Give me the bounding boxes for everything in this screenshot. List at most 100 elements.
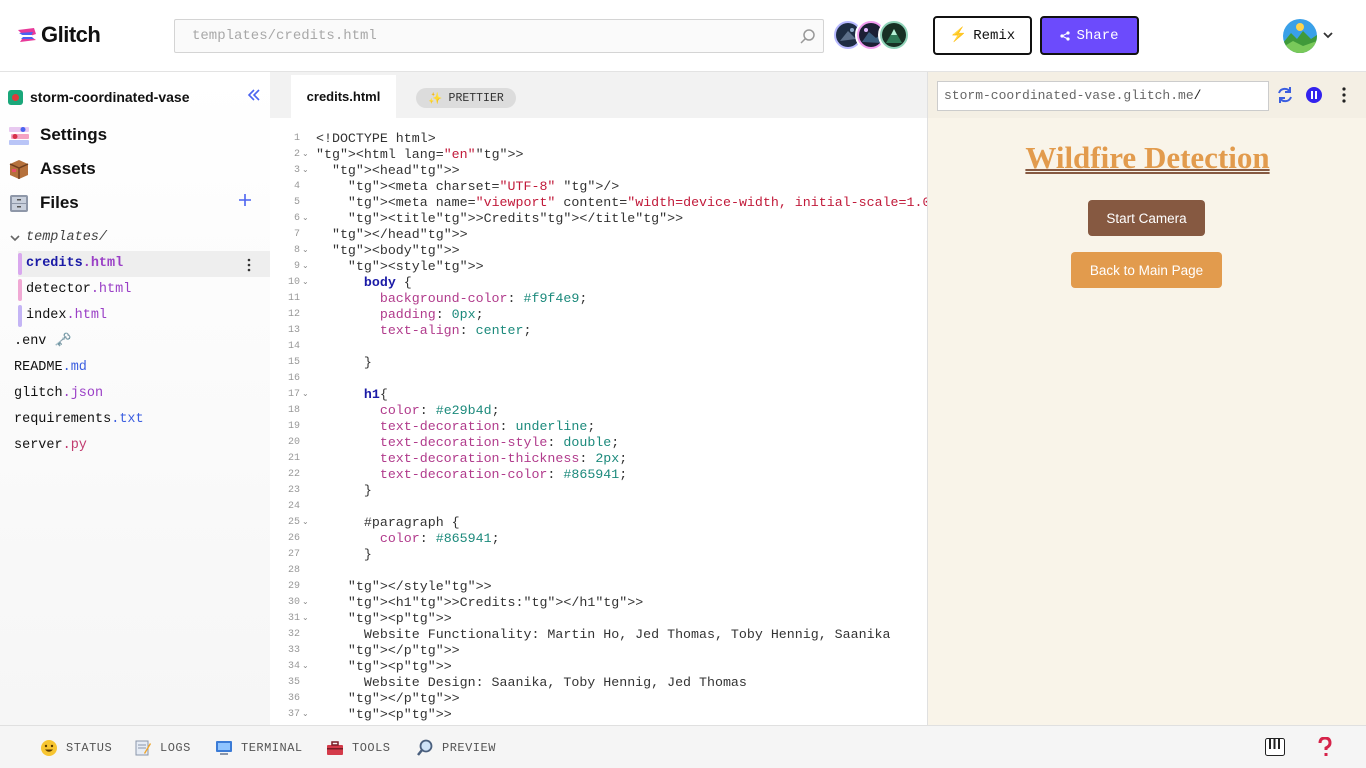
code-line[interactable]: 14 bbox=[270, 339, 927, 355]
fold-chevron-icon[interactable]: ⌄ bbox=[302, 147, 309, 163]
fold-chevron-icon[interactable]: ⌄ bbox=[302, 611, 309, 627]
code-line[interactable]: 1 <!DOCTYPE html> bbox=[270, 131, 927, 147]
code-line[interactable]: 26 color: #865941; bbox=[270, 531, 927, 547]
project-name[interactable]: storm-coordinated-vase bbox=[8, 89, 189, 105]
code-line[interactable]: 27 } bbox=[270, 547, 927, 563]
user-avatar[interactable] bbox=[1283, 19, 1317, 53]
folder-label: templates/ bbox=[26, 230, 108, 245]
status-button[interactable]: STATUS bbox=[40, 739, 112, 757]
chevron-down-icon[interactable] bbox=[1323, 30, 1333, 40]
file-readme-md[interactable]: README.md bbox=[14, 355, 87, 381]
code-area[interactable]: 1 <!DOCTYPE html> 2 ⌄ "tg"><html lang="en""t… bbox=[270, 131, 927, 723]
code-line[interactable]: 19 text-decoration: underline; bbox=[270, 419, 927, 435]
file-requirements-txt[interactable]: requirements.txt bbox=[14, 407, 144, 433]
code-line[interactable]: 24 bbox=[270, 499, 927, 515]
help-icon[interactable] bbox=[1317, 737, 1333, 757]
code-line[interactable]: 6 ⌄ "tg"><title"tg">>Credits"tg"></title"… bbox=[270, 211, 927, 227]
code-line[interactable]: 31 ⌄ "tg"><p"tg">> bbox=[270, 611, 927, 627]
glitch-logo[interactable]: Glitch bbox=[16, 22, 101, 48]
code-line[interactable]: 23 } bbox=[270, 483, 927, 499]
fold-chevron-icon[interactable]: ⌄ bbox=[302, 211, 309, 227]
code-line[interactable]: 12 padding: 0px; bbox=[270, 307, 927, 323]
code-line[interactable]: 32 Website Functionality: Martin Ho, Jed… bbox=[270, 627, 927, 643]
code-line[interactable]: 5 "tg"><meta name="viewport" content="wi… bbox=[270, 195, 927, 211]
fold-chevron-icon[interactable]: ⌄ bbox=[302, 659, 309, 675]
code-line[interactable]: 2 ⌄ "tg"><html lang="en""tg">> bbox=[270, 147, 927, 163]
computer-icon bbox=[216, 741, 232, 755]
search-box[interactable] bbox=[174, 19, 824, 53]
code-line[interactable]: 20 text-decoration-style: double; bbox=[270, 435, 927, 451]
fold-chevron-icon[interactable]: ⌄ bbox=[302, 707, 309, 723]
file-glitch-json[interactable]: glitch.json bbox=[14, 381, 103, 407]
collaborator-avatar[interactable] bbox=[878, 19, 910, 51]
file-index-html[interactable]: index.html bbox=[26, 303, 107, 329]
code-line[interactable]: 33 "tg"></p"tg">> bbox=[270, 643, 927, 659]
terminal-button[interactable]: TERMINAL bbox=[215, 739, 303, 757]
back-to-main-page-button[interactable]: Back to Main Page bbox=[1071, 252, 1222, 288]
fold-chevron-icon[interactable]: ⌄ bbox=[302, 259, 309, 275]
fold-chevron-icon[interactable]: ⌄ bbox=[302, 387, 309, 403]
logs-button[interactable]: LOGS bbox=[134, 739, 191, 757]
share-button[interactable]: Share bbox=[1040, 16, 1139, 55]
search-icon[interactable] bbox=[799, 28, 817, 46]
code-line[interactable]: 11 background-color: #f9f4e9; bbox=[270, 291, 927, 307]
code-text: "tg"><meta name="viewport" content="widt… bbox=[347, 195, 927, 210]
code-line[interactable]: 15 } bbox=[270, 355, 927, 371]
fold-chevron-icon[interactable]: ⌄ bbox=[302, 275, 309, 291]
code-line[interactable]: 13 text-align: center; bbox=[270, 323, 927, 339]
collaborator-avatars[interactable] bbox=[832, 19, 910, 51]
code-text: } bbox=[316, 355, 372, 370]
code-line[interactable]: 7 "tg"></head"tg">> bbox=[270, 227, 927, 243]
keyboard-shortcuts-icon[interactable] bbox=[1265, 738, 1285, 756]
tools-button[interactable]: TOOLS bbox=[326, 739, 391, 757]
preview-url-field[interactable]: storm-coordinated-vase.glitch.me/ bbox=[937, 81, 1269, 111]
code-line[interactable]: 22 text-decoration-color: #865941; bbox=[270, 467, 927, 483]
code-line[interactable]: 37 ⌄ "tg"><p"tg">> bbox=[270, 707, 927, 723]
code-line[interactable]: 35 Website Design: Saanika, Toby Hennig,… bbox=[270, 675, 927, 691]
fold-chevron-icon[interactable]: ⌄ bbox=[302, 515, 309, 531]
code-line[interactable]: 8 ⌄ "tg"><body"tg">> bbox=[270, 243, 927, 259]
file-name: glitch bbox=[14, 386, 63, 401]
code-line[interactable]: 21 text-decoration-thickness: 2px; bbox=[270, 451, 927, 467]
code-line[interactable]: 10 ⌄ body { bbox=[270, 275, 927, 291]
sidebar-item-settings[interactable]: Settings bbox=[8, 124, 107, 146]
code-line[interactable]: 30 ⌄ "tg"><h1"tg">>Credits:"tg"></h1"tg">… bbox=[270, 595, 927, 611]
code-line[interactable]: 18 color: #e29b4d; bbox=[270, 403, 927, 419]
code-line[interactable]: 29 "tg"></style"tg">> bbox=[270, 579, 927, 595]
code-line[interactable]: 36 "tg"></p"tg">> bbox=[270, 691, 927, 707]
collapse-sidebar-icon[interactable] bbox=[246, 87, 262, 103]
refresh-icon[interactable] bbox=[1276, 86, 1294, 104]
code-line[interactable]: 16 bbox=[270, 371, 927, 387]
code-line[interactable]: 28 bbox=[270, 563, 927, 579]
line-number: 32 bbox=[287, 629, 300, 640]
preview-page-title[interactable]: Wildfire Detection bbox=[928, 140, 1366, 176]
start-camera-button[interactable]: Start Camera bbox=[1088, 200, 1205, 236]
tab-credits-html[interactable]: credits.html bbox=[291, 75, 396, 118]
tools-label: TOOLS bbox=[352, 741, 391, 755]
sidebar-item-files[interactable]: Files bbox=[8, 192, 79, 214]
code-line[interactable]: 34 ⌄ "tg"><p"tg">> bbox=[270, 659, 927, 675]
fold-chevron-icon[interactable]: ⌄ bbox=[302, 595, 309, 611]
file-detector-html[interactable]: detector.html bbox=[26, 277, 131, 303]
code-line[interactable]: 9 ⌄ "tg"><style"tg">> bbox=[270, 259, 927, 275]
file-credits-html[interactable]: credits.html bbox=[18, 251, 270, 277]
prettier-button[interactable]: ✨ PRETTIER bbox=[416, 88, 516, 108]
notepad-icon bbox=[135, 740, 151, 756]
code-line[interactable]: 3 ⌄ "tg"><head"tg">> bbox=[270, 163, 927, 179]
code-line[interactable]: 25 ⌄ #paragraph { bbox=[270, 515, 927, 531]
fold-chevron-icon[interactable]: ⌄ bbox=[302, 163, 309, 179]
file-env[interactable]: .env 🗝️ bbox=[14, 329, 71, 355]
file-server-py[interactable]: server.py bbox=[14, 433, 87, 459]
sidebar-item-assets[interactable]: Assets bbox=[8, 158, 96, 180]
more-options-icon[interactable] bbox=[1335, 86, 1353, 104]
remix-button[interactable]: ⚡ Remix bbox=[933, 16, 1032, 55]
folder-templates[interactable]: templates/ bbox=[10, 230, 107, 245]
search-input[interactable] bbox=[175, 20, 823, 52]
add-file-icon[interactable] bbox=[238, 193, 252, 207]
preview-button[interactable]: PREVIEW bbox=[416, 739, 496, 757]
fold-chevron-icon[interactable]: ⌄ bbox=[302, 243, 309, 259]
code-line[interactable]: 4 "tg"><meta charset="UTF-8" "tg">/> bbox=[270, 179, 927, 195]
pause-icon[interactable] bbox=[1305, 86, 1323, 104]
code-line[interactable]: 17 ⌄ h1{ bbox=[270, 387, 927, 403]
more-options-icon[interactable] bbox=[244, 258, 254, 272]
